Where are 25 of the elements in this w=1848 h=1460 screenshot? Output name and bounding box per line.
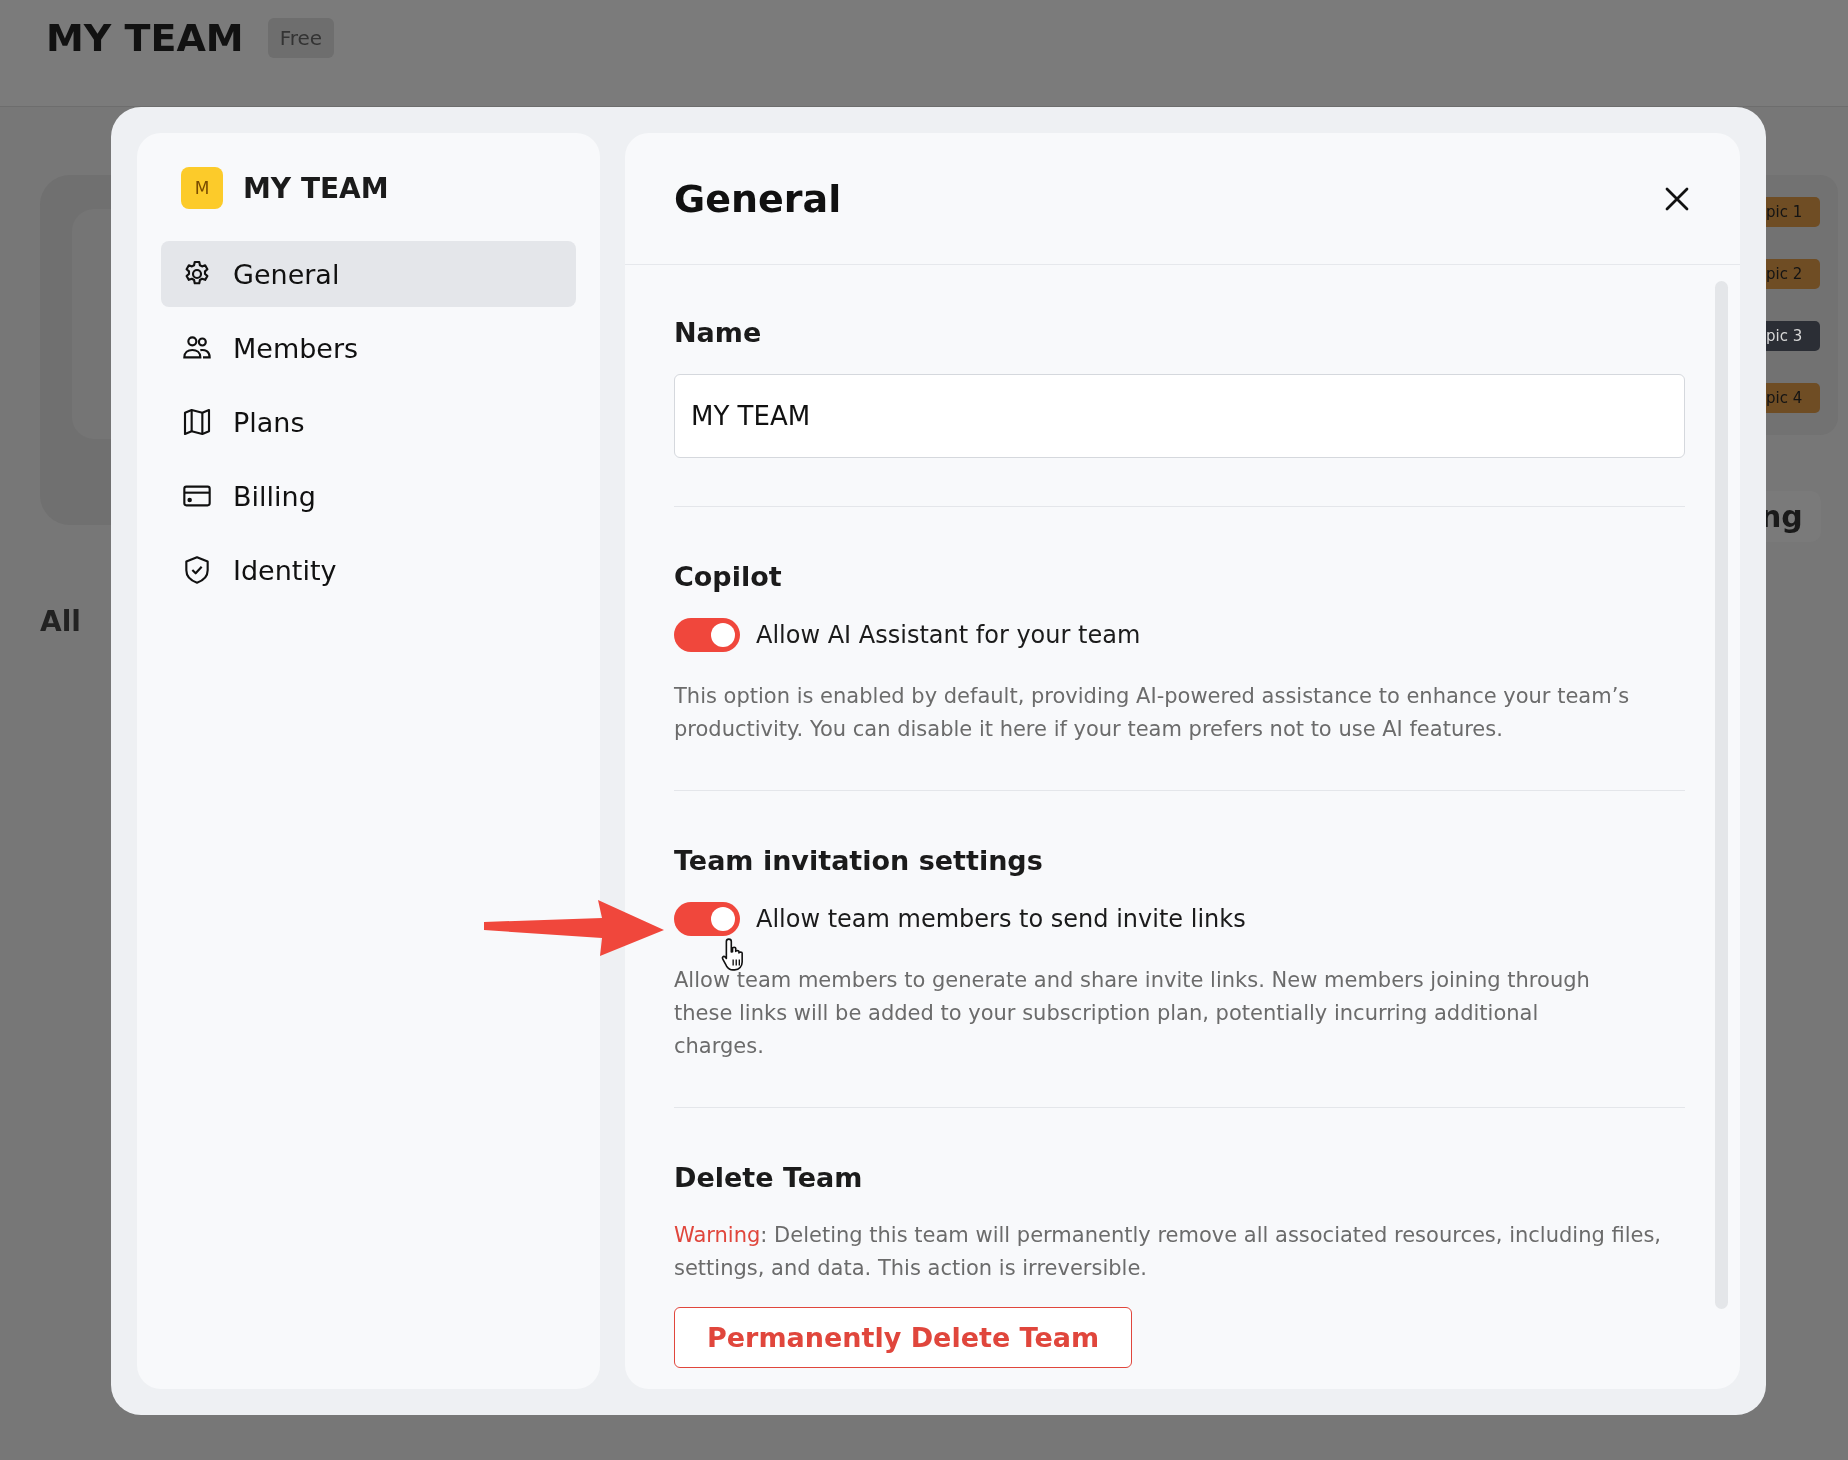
- plan-badge: Free: [267, 18, 335, 58]
- team-name: MY TEAM: [243, 171, 389, 205]
- map-icon: [181, 406, 213, 438]
- section-description: This option is enabled by default, providing AI-powered assistance to enhance your team’s productivity. You can disable it here if your team prefers not to use AI features.: [674, 683, 1631, 743]
- team-name-field[interactable]: MY TEAM: [674, 374, 1685, 458]
- section-heading: Delete Team: [674, 1162, 864, 1193]
- sidebar-item[interactable]: General: [161, 241, 576, 307]
- toggle-switch[interactable]: [674, 902, 740, 936]
- delete-team-button[interactable]: Permanently Delete Team: [674, 1307, 1133, 1368]
- toggle-switch[interactable]: [674, 618, 740, 652]
- sidebar-item[interactable]: Billing: [161, 463, 576, 529]
- filter-label: All: [40, 605, 82, 638]
- delete-warning: Warning: Deleting this team will permanently remove all associated resources, including files, settings, and data. This action is irreversible.: [674, 1222, 1663, 1282]
- section-description: Allow team members to generate and share invite links. New members joining through these links will be added to your subscription plan, potentially incurring additional charges.: [674, 967, 1591, 1060]
- sidebar-item[interactable]: Identity: [161, 537, 576, 603]
- sidebar-item[interactable]: Members: [161, 315, 576, 381]
- section-heading: Team invitation settings: [674, 845, 1044, 876]
- sidebar-item[interactable]: Plans: [161, 389, 576, 455]
- section-heading: Name: [674, 317, 763, 348]
- team-avatar: M: [181, 167, 223, 209]
- panel-title: General: [674, 176, 842, 221]
- toggle-label: Allow team members to send invite links: [756, 905, 1246, 933]
- page-title: MY TEAM: [46, 16, 244, 60]
- toggle-label: Allow AI Assistant for your team: [756, 621, 1141, 649]
- section-heading: Copilot: [674, 561, 783, 592]
